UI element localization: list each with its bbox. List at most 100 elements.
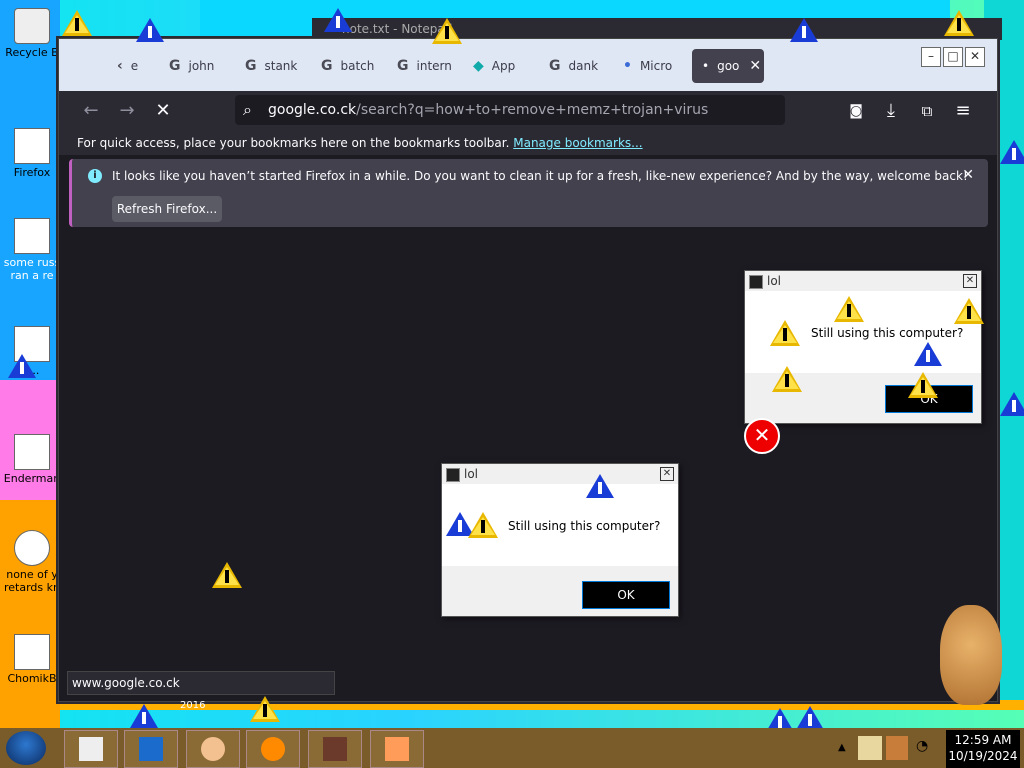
warning-icon — [136, 18, 164, 42]
menu-icon[interactable]: ≡ — [951, 99, 975, 123]
ie-icon — [14, 218, 50, 254]
url-bar[interactable]: ⌕ google.co.ck/search?q=how+to+remove+me… — [235, 95, 785, 125]
info-icon: i — [88, 169, 102, 183]
taskbar-app[interactable] — [186, 730, 240, 768]
close-icon[interactable]: ✕ — [963, 274, 977, 288]
desktop-icon-firefox[interactable]: Firefox — [2, 128, 62, 179]
dialog-titlebar: lol ✕ — [745, 271, 981, 291]
search-icon: ⌕ — [243, 100, 252, 119]
desktop-icon-label: Firefox — [13, 166, 51, 179]
wallpaper-text: 2016 — [180, 700, 206, 711]
tab-label: e — [130, 59, 139, 73]
tab-1[interactable]: G john — [169, 49, 231, 83]
url-text: google.co.ck/search?q=how+to+remove+memz… — [268, 95, 708, 125]
pocket-icon[interactable]: ◙ — [844, 99, 868, 123]
google-g-icon: G — [169, 58, 181, 74]
tab-4[interactable]: G intern — [397, 49, 459, 83]
taskbar-app[interactable] — [246, 730, 300, 768]
back-arrow-icon: ‹ — [117, 58, 123, 74]
desktop-icon-chomik[interactable]: ChomikB — [2, 634, 62, 685]
skype-icon — [14, 530, 50, 566]
close-icon[interactable]: ✕ — [660, 467, 674, 481]
clock-date: 10/19/2024 — [948, 749, 1018, 763]
tray-app-icon[interactable] — [858, 736, 882, 760]
refresh-notice-bar: i It looks like you haven’t started Fire… — [69, 159, 988, 227]
close-icon[interactable]: ✕ — [749, 58, 761, 74]
tab-label: stank — [264, 59, 298, 73]
extensions-icon[interactable]: ⧉ — [915, 99, 939, 123]
tab-8-active[interactable]: • goo ✕ — [692, 49, 764, 83]
bookmarks-hint: For quick access, place your bookmarks h… — [77, 136, 510, 150]
taskbar-app[interactable] — [370, 730, 424, 768]
dialog-titlebar: lol ✕ — [442, 464, 678, 484]
notebook-icon — [323, 737, 347, 761]
tab-label: john — [188, 59, 215, 73]
taskbar-app[interactable] — [308, 730, 362, 768]
dialog-title: lol — [464, 467, 479, 481]
close-window-button[interactable]: ✕ — [965, 47, 985, 67]
desktop-icon-folder[interactable]: t... — [2, 326, 62, 377]
app-icon — [201, 737, 225, 761]
app-icon: ◆ — [473, 58, 484, 74]
google-g-icon: G — [549, 58, 561, 74]
notepad-window[interactable]: note.txt - Notepad — [312, 18, 1002, 40]
app-icon — [446, 468, 460, 482]
tab-3[interactable]: G batch — [321, 49, 383, 83]
nav-bar: ← → ✕ ⌕ google.co.ck/search?q=how+to+rem… — [59, 91, 997, 131]
clock-time: 12:59 AM — [954, 733, 1012, 747]
desktop-icon-label: none of y retards kn — [4, 568, 60, 594]
recycle-bin-icon — [14, 8, 50, 44]
tray-app-icon[interactable] — [886, 736, 908, 760]
taskbar: ▲ ◔ 12:59 AM 10/19/2024 — [0, 728, 1024, 768]
firefox-icon — [14, 128, 50, 164]
tab-strip: ‹ e G john G stank G batch G intern ◆ Ap… — [59, 39, 997, 91]
back-button[interactable]: ← — [79, 99, 103, 123]
bookmarks-toolbar: For quick access, place your bookmarks h… — [59, 131, 997, 155]
tab-6[interactable]: G dank — [549, 49, 611, 83]
taskbar-app[interactable] — [124, 730, 178, 768]
media-player-icon — [139, 737, 163, 761]
file-icon — [79, 737, 103, 761]
desktop-icon-skype[interactable]: none of y retards kn — [2, 530, 62, 594]
download-icon[interactable]: ⤓ — [879, 99, 903, 123]
ok-button[interactable]: OK — [582, 581, 670, 609]
url-host: google.co.ck — [268, 102, 357, 118]
status-url: www.google.co.ck — [67, 671, 335, 695]
desktop-icon-ie[interactable]: some russ ran a re — [2, 218, 62, 282]
minimize-button[interactable]: – — [921, 47, 941, 67]
message-dialog[interactable]: lol ✕ Still using this computer? OK — [744, 270, 982, 424]
refresh-firefox-button[interactable]: Refresh Firefox... — [112, 196, 222, 222]
forward-button[interactable]: → — [115, 99, 139, 123]
desktop-icon-label: some russ ran a re — [3, 256, 61, 282]
tab-2[interactable]: G stank — [245, 49, 307, 83]
desktop-icon-recycle-bin[interactable]: Recycle B — [2, 8, 62, 59]
clock[interactable]: 12:59 AM 10/19/2024 — [946, 730, 1020, 768]
system-tray: ▲ ◔ 12:59 AM 10/19/2024 — [834, 728, 1024, 768]
stop-button[interactable]: ✕ — [151, 99, 175, 123]
folder-icon — [14, 326, 50, 362]
document-icon — [14, 434, 50, 470]
hamster-image — [940, 605, 1002, 705]
firefox-icon — [261, 737, 285, 761]
tab-0[interactable]: ‹ e — [117, 49, 157, 83]
tab-7[interactable]: • Micro — [623, 49, 685, 83]
url-path: /search?q=how+to+remove+memz+trojan+viru… — [356, 102, 709, 118]
document-icon — [385, 737, 409, 761]
desktop-icon-enderman[interactable]: Enderman — [2, 434, 62, 485]
error-icon: ✕ — [744, 418, 780, 454]
close-icon[interactable]: ✕ — [962, 167, 974, 183]
taskbar-app[interactable] — [64, 730, 118, 768]
tab-5[interactable]: ◆ App — [473, 49, 535, 83]
dialog-message: Still using this computer? — [811, 326, 964, 340]
volume-icon[interactable]: ◔ — [916, 738, 928, 754]
desktop-icon-label: Enderman — [3, 472, 61, 485]
notice-message: It looks like you haven’t started Firefo… — [112, 169, 968, 183]
tab-label: goo — [717, 59, 740, 73]
start-button[interactable] — [6, 731, 46, 765]
manage-bookmarks-link[interactable]: Manage bookmarks... — [513, 136, 642, 150]
message-dialog[interactable]: lol ✕ Still using this computer? OK — [441, 463, 679, 617]
notepad-title: note.txt - Notepad — [342, 22, 453, 36]
tray-arrow-icon[interactable]: ▲ — [838, 742, 846, 753]
tab-label: dank — [568, 59, 599, 73]
maximize-button[interactable]: □ — [943, 47, 963, 67]
